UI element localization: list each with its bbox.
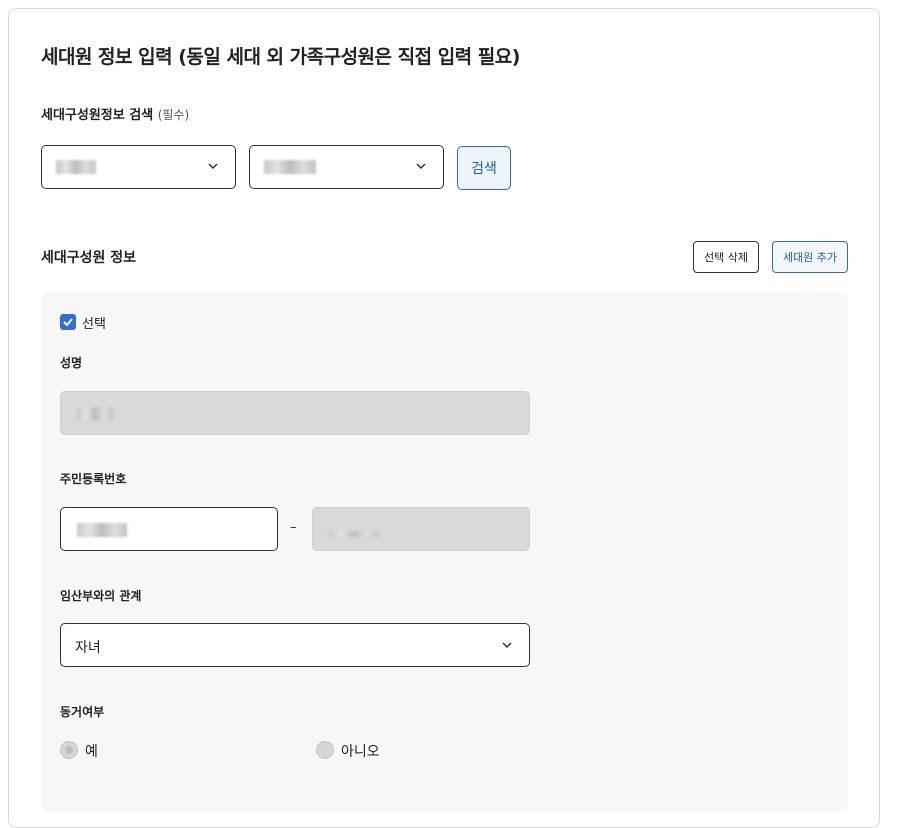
- required-mark: (필수): [157, 108, 190, 122]
- relation-label: 임산부와의 관계: [60, 589, 142, 603]
- search-select-1[interactable]: [41, 145, 236, 189]
- cohabit-yes-radio[interactable]: [60, 741, 78, 759]
- members-section-title: 세대구성원 정보: [41, 250, 137, 266]
- chevron-down-icon: [416, 163, 426, 170]
- cohabit-no-radio[interactable]: [316, 741, 334, 759]
- name-label: 성명: [60, 356, 83, 370]
- search-select-2-value: [264, 158, 316, 176]
- relation-value: 자녀: [75, 640, 101, 656]
- rrn-back-field: [312, 507, 530, 551]
- delete-selected-button[interactable]: 선택 삭제: [693, 241, 759, 273]
- search-select-1-value: [56, 158, 96, 176]
- search-button[interactable]: 검색: [457, 146, 511, 190]
- rrn-back-value: [329, 522, 379, 541]
- relation-select[interactable]: 자녀: [60, 623, 530, 667]
- add-member-button[interactable]: 세대원 추가: [772, 241, 848, 273]
- check-icon: [63, 318, 73, 327]
- cohabit-no-label: 아니오: [341, 744, 380, 760]
- cohabit-label: 동거여부: [60, 705, 105, 719]
- name-field-value: [77, 405, 113, 425]
- select-checkbox-label: 선택: [82, 317, 106, 332]
- search-select-2[interactable]: [249, 145, 444, 189]
- select-checkbox[interactable]: [60, 314, 76, 330]
- rrn-separator: –: [290, 520, 297, 535]
- chevron-down-icon: [502, 642, 512, 649]
- chevron-down-icon: [208, 163, 218, 170]
- search-label-text: 세대구성원정보 검색: [41, 108, 154, 123]
- rrn-front-value: [77, 521, 127, 541]
- rrn-front-field[interactable]: [60, 507, 278, 551]
- member-panel: [41, 292, 848, 812]
- cohabit-yes-label: 예: [85, 744, 98, 760]
- name-field: [60, 391, 530, 435]
- page-title: 세대원 정보 입력 (동일 세대 외 가족구성원은 직접 입력 필요): [41, 46, 520, 68]
- rrn-label: 주민등록번호: [60, 472, 127, 486]
- search-label: 세대구성원정보 검색 (필수): [41, 104, 189, 123]
